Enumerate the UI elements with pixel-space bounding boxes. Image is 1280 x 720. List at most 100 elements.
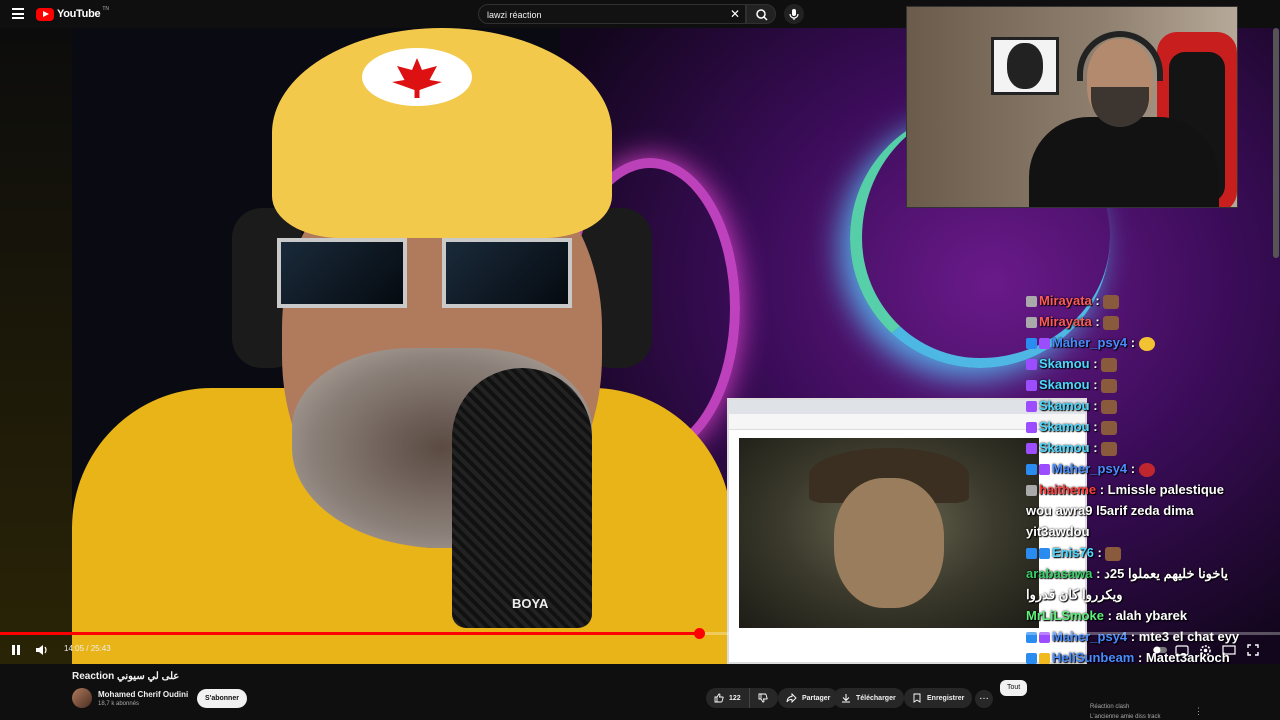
recommended-title[interactable]: Réaction clash	[1090, 704, 1129, 710]
region-code: TN	[102, 6, 109, 12]
sunglasses-left	[277, 238, 407, 308]
bear-emote-icon	[1101, 357, 1118, 372]
download-button[interactable]: Télécharger	[833, 688, 904, 708]
chat-message: Skamou :	[1026, 416, 1252, 437]
volume-icon	[36, 645, 47, 655]
subtitles-button[interactable]	[1172, 640, 1192, 660]
chat-username[interactable]: MrLiLSmoke	[1026, 608, 1104, 623]
chat-text: alah ybarek	[1115, 608, 1188, 623]
video-title: Reaction على لي سيوني	[72, 671, 180, 682]
video-info: Reaction على لي سيوني Mohamed Cherif Oud…	[0, 664, 1280, 720]
time-display: 14:05 / 25:43	[64, 644, 111, 653]
bear-emote-icon	[1103, 315, 1120, 330]
chat-separator: :	[1127, 461, 1139, 476]
chat-message: Skamou :	[1026, 395, 1252, 416]
voice-search-button[interactable]	[784, 4, 804, 24]
chat-username[interactable]: Skamou	[1039, 377, 1090, 392]
save-label: Enregistrer	[927, 694, 965, 702]
share-button[interactable]: Partager	[778, 688, 839, 708]
chat-message: haitheme : Lmissle palestique wou awra9 …	[1026, 479, 1252, 542]
channel-name[interactable]: Mohamed Cherif Oudini	[98, 690, 188, 699]
chat-username[interactable]: Skamou	[1039, 398, 1090, 413]
video-left-bar	[0, 28, 72, 664]
chat-username[interactable]: Enis76	[1052, 545, 1094, 560]
yellow-emote-icon	[1138, 336, 1155, 351]
chat-message: Skamou :	[1026, 374, 1252, 395]
fullscreen-button[interactable]	[1243, 640, 1263, 660]
like-dislike-group: 122	[706, 688, 778, 708]
share-label: Partager	[802, 694, 831, 702]
chat-message: Skamou :	[1026, 353, 1252, 374]
chat-username[interactable]: Skamou	[1039, 419, 1090, 434]
volume-button[interactable]	[32, 640, 52, 660]
clear-search-icon[interactable]: ✕	[729, 8, 741, 20]
chat-username[interactable]: Skamou	[1039, 356, 1090, 371]
filter-chip-all[interactable]: Tout	[1000, 680, 1028, 696]
dislike-button[interactable]	[750, 688, 776, 708]
subscribe-button[interactable]: S'abonner	[197, 689, 247, 708]
chat-username[interactable]: Mirayata	[1039, 314, 1092, 329]
chat-separator: :	[1089, 440, 1102, 455]
scrollbar[interactable]	[1273, 28, 1279, 258]
logo-text: YouTube	[57, 8, 101, 20]
chat-message: Enis76 :	[1026, 542, 1252, 563]
devil-emote-icon	[1138, 462, 1155, 477]
chat-message: MrLiLSmoke : alah ybarek	[1026, 605, 1252, 626]
purple-badge-icon	[1039, 338, 1050, 350]
autoplay-toggle[interactable]	[1150, 640, 1170, 660]
webcam-overlay	[906, 6, 1238, 208]
blue-badge-icon	[1026, 464, 1037, 476]
share-icon	[786, 693, 797, 703]
bear-emote-icon	[1101, 399, 1118, 414]
theater-mode-button[interactable]	[1219, 640, 1239, 660]
like-button[interactable]: 122	[706, 688, 750, 708]
chat-message: Maher_psy4 :	[1026, 458, 1252, 479]
search-icon	[756, 9, 768, 21]
purple-badge-icon	[1026, 443, 1037, 455]
studio-microphone	[452, 368, 592, 628]
purple-badge-icon	[1026, 380, 1037, 392]
embed-face	[834, 478, 944, 608]
fullscreen-icon	[1247, 644, 1259, 656]
search-input[interactable]	[479, 6, 719, 24]
download-label: Télécharger	[856, 694, 896, 702]
more-actions-icon[interactable]: …	[975, 690, 993, 708]
embedded-video	[739, 438, 1039, 628]
subscriber-count: 18,7 k abonnés	[98, 701, 140, 707]
blue-badge-icon	[1039, 548, 1050, 560]
chat-separator: :	[1127, 335, 1139, 350]
chat-username[interactable]: Skamou	[1039, 440, 1090, 455]
chat-username[interactable]: Maher_psy4	[1052, 335, 1127, 350]
blue-badge-icon	[1026, 548, 1037, 560]
gear-icon	[1199, 644, 1211, 656]
live-chat-overlay: Mirayata : Mirayata : Maher_psy4 : Skamo…	[1022, 290, 1252, 664]
chat-username[interactable]: arabasawa	[1026, 566, 1093, 581]
gray-badge-icon	[1026, 485, 1037, 497]
gray-badge-icon	[1026, 317, 1037, 329]
chat-separator: :	[1092, 566, 1105, 581]
bear-emote-icon	[1105, 546, 1122, 561]
chat-username[interactable]: haitheme	[1039, 482, 1096, 497]
recommended-menu-icon[interactable]: ⋮	[1194, 706, 1203, 717]
channel-avatar[interactable]	[72, 688, 92, 708]
chat-message: Mirayata :	[1026, 311, 1252, 332]
youtube-play-icon	[36, 7, 54, 21]
save-button[interactable]: Enregistrer	[904, 688, 973, 708]
hamburger-menu-icon[interactable]	[12, 8, 24, 19]
settings-button[interactable]	[1195, 640, 1215, 660]
youtube-logo[interactable]: YouTube TN	[36, 6, 109, 21]
chat-username[interactable]: Maher_psy4	[1052, 461, 1127, 476]
bear-emote-icon	[1101, 420, 1118, 435]
progress-bar[interactable]	[0, 628, 1280, 639]
pause-button[interactable]	[6, 640, 26, 660]
chat-separator: :	[1096, 482, 1108, 497]
chat-separator: :	[1104, 608, 1116, 623]
chat-message: Mirayata :	[1026, 290, 1252, 311]
progress-played	[0, 632, 699, 635]
chat-message: Maher_psy4 :	[1026, 332, 1252, 353]
thumbs-down-icon	[758, 693, 768, 703]
subtitles-icon	[1175, 644, 1189, 656]
theater-mode-icon	[1222, 645, 1236, 655]
chat-username[interactable]: Mirayata	[1039, 293, 1092, 308]
search-button[interactable]	[746, 4, 776, 24]
